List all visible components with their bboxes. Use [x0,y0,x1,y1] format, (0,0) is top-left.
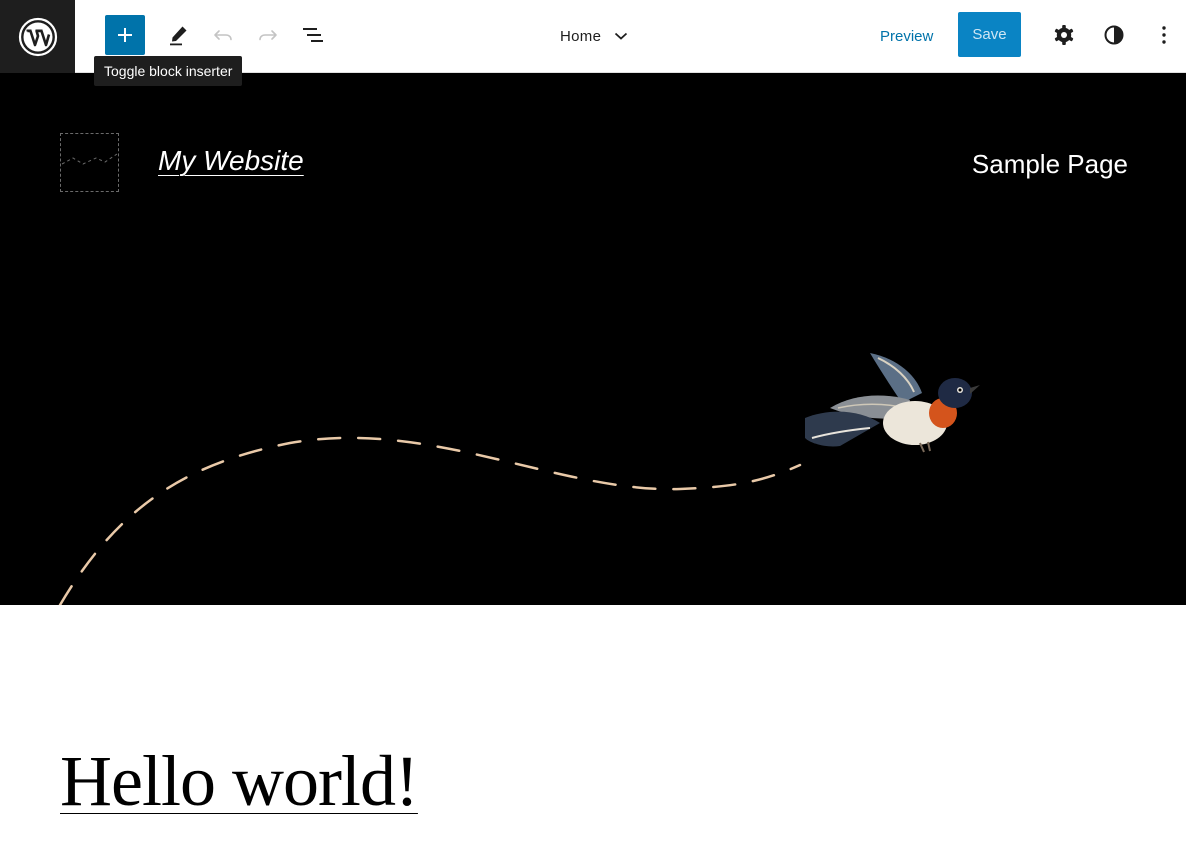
editor-toolbar: Toggle block inserter Home Preview Save [0,0,1186,86]
wordpress-icon [18,17,57,56]
list-view-icon [303,28,323,42]
tooltip-toggle-block-inserter: Toggle block inserter [94,56,243,86]
tools-button[interactable] [158,15,198,55]
undo-icon [214,30,232,41]
document-title-dropdown[interactable]: Home [560,20,629,52]
wordpress-logo-button[interactable] [0,0,75,73]
nav-link-sample-page[interactable]: Sample Page [972,149,1128,180]
redo-icon [259,30,277,41]
image-placeholder-icon [61,153,118,165]
save-button[interactable]: Save [958,12,1021,57]
undo-button[interactable] [203,15,243,55]
site-logo-placeholder[interactable] [60,133,119,192]
vertical-ellipsis-icon [1162,26,1166,44]
settings-button[interactable] [1044,15,1084,55]
pencil-icon [170,26,187,46]
gear-icon [1054,25,1074,45]
bird-illustration [805,353,980,453]
site-title-link[interactable]: My Website [158,145,304,177]
dashed-flight-path [58,436,802,605]
plus-icon [118,28,132,42]
half-circle-contrast-icon [1104,25,1124,45]
site-header[interactable]: My Website Sample Page [0,73,1186,605]
preview-button[interactable]: Preview [868,17,945,55]
styles-button[interactable] [1094,15,1134,55]
list-view-button[interactable] [293,15,333,55]
post-title[interactable]: Hello world! [60,745,419,817]
options-button[interactable] [1144,15,1184,55]
redo-button[interactable] [248,15,288,55]
block-inserter-toggle-button[interactable] [105,15,145,55]
chevron-down-icon [615,32,628,40]
document-title-label: Home [560,27,602,45]
